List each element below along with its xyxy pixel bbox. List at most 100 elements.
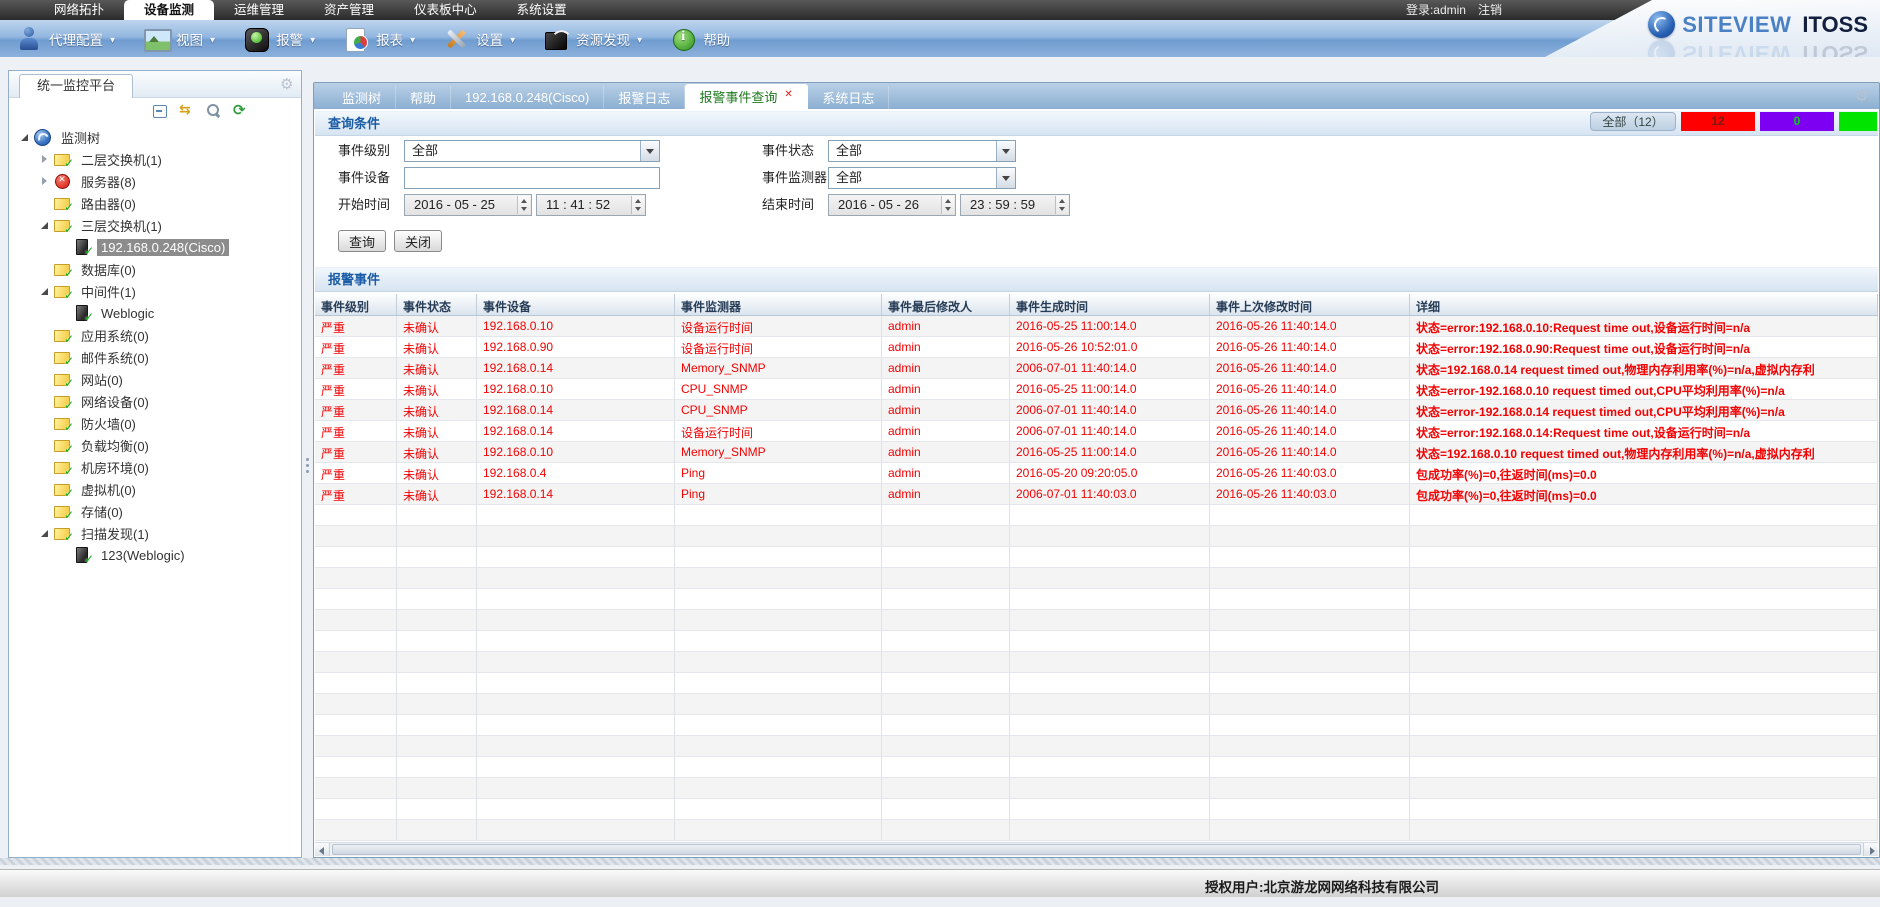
table-row[interactable]: 严重未确认192.168.0.14Pingadmin2006-07-01 11:…	[315, 484, 1878, 505]
end-date-spinner[interactable]: 2016 - 05 - 26	[828, 194, 956, 216]
toolbar-button-view[interactable]: 视图	[143, 26, 215, 52]
event-device-input[interactable]	[404, 167, 660, 189]
top-menu-item[interactable]: 网络拓扑	[34, 0, 124, 20]
tree-item[interactable]: 服务器(8)	[9, 170, 301, 192]
spinner-arrows[interactable]	[941, 196, 954, 214]
tree-item[interactable]: Weblogic	[9, 302, 301, 324]
toolbar-button-agent[interactable]: 代理配置	[16, 26, 115, 52]
scrollbar-thumb[interactable]	[332, 844, 1861, 855]
tree-item[interactable]: 负载均衡(0)	[9, 434, 301, 456]
chevron-down-icon[interactable]	[640, 141, 659, 161]
expander-icon[interactable]	[39, 285, 51, 297]
switch-view-icon[interactable]	[179, 103, 195, 119]
top-menu-item[interactable]: 系统设置	[497, 0, 587, 20]
event-monitor-select[interactable]: 全部	[828, 167, 1016, 189]
top-menu-item[interactable]: 运维管理	[214, 0, 304, 20]
main-tab[interactable]: 监测树	[328, 86, 396, 109]
sidebar-gear-icon[interactable]	[280, 76, 296, 92]
tree-item[interactable]: 虚拟机(0)	[9, 478, 301, 500]
sidebar-tab-unified-monitoring[interactable]: 统一监控平台	[19, 74, 133, 98]
table-row[interactable]: 严重未确认192.168.0.10CPU_SNMPadmin2016-05-25…	[315, 379, 1878, 400]
expander-icon[interactable]	[39, 153, 51, 165]
tree-item[interactable]: 网络设备(0)	[9, 390, 301, 412]
toolbar-button-report[interactable]: 报表	[343, 26, 415, 52]
refresh-icon[interactable]	[233, 103, 249, 119]
tree-item[interactable]: 中间件(1)	[9, 280, 301, 302]
badge-all[interactable]: 全部（12）	[1590, 112, 1676, 131]
table-row[interactable]: 严重未确认192.168.0.10Memory_SNMPadmin2016-05…	[315, 442, 1878, 463]
scroll-right-icon[interactable]	[1863, 843, 1878, 856]
main-tab[interactable]: 192.168.0.248(Cisco)	[451, 86, 604, 109]
tree-item[interactable]: 二层交换机(1)	[9, 148, 301, 170]
tree-item[interactable]: 123(Weblogic)	[9, 544, 301, 566]
spinner-arrows[interactable]	[631, 196, 644, 214]
collapse-all-icon[interactable]	[152, 103, 168, 119]
tree-item[interactable]: 存储(0)	[9, 500, 301, 522]
event-status-select[interactable]: 全部	[828, 140, 1016, 162]
main-tab[interactable]: 帮助	[396, 86, 451, 109]
chevron-down-icon[interactable]	[996, 141, 1015, 161]
scroll-left-icon[interactable]	[315, 843, 330, 856]
column-header[interactable]: 事件最后修改人	[882, 294, 1010, 315]
start-time-spinner[interactable]: 11 : 41 : 52	[536, 194, 646, 216]
close-icon[interactable]	[784, 91, 794, 103]
table-row[interactable]: 严重未确认192.168.0.4Pingadmin2016-05-20 09:2…	[315, 463, 1878, 484]
search-button[interactable]: 查询	[338, 230, 386, 252]
table-row[interactable]: 严重未确认192.168.0.14设备运行时间admin2006-07-01 1…	[315, 421, 1878, 442]
table-row[interactable]: 严重未确认192.168.0.14Memory_SNMPadmin2006-07…	[315, 358, 1878, 379]
badge-warning[interactable]: 0	[1760, 112, 1834, 131]
toolbar-button-settings[interactable]: 设置	[443, 26, 515, 52]
spinner-arrows[interactable]	[1055, 196, 1068, 214]
expander-icon[interactable]	[39, 219, 51, 231]
column-header[interactable]: 事件级别	[315, 294, 397, 315]
search-icon[interactable]	[206, 103, 222, 119]
expander-icon[interactable]	[39, 527, 51, 539]
expander-icon[interactable]	[19, 131, 31, 143]
table-cell: 严重	[315, 400, 397, 420]
tree-item[interactable]: 扫描发现(1)	[9, 522, 301, 544]
event-level-select[interactable]: 全部	[404, 140, 660, 162]
tree-item[interactable]: 192.168.0.248(Cisco)	[9, 236, 301, 258]
toolbar-button-alarm[interactable]: 报警	[243, 26, 315, 52]
tree-item[interactable]: 监测树	[9, 126, 301, 148]
main-tab[interactable]: 报警日志	[604, 86, 685, 109]
tree-item[interactable]: 邮件系统(0)	[9, 346, 301, 368]
table-row[interactable]: 严重未确认192.168.0.14CPU_SNMPadmin2006-07-01…	[315, 400, 1878, 421]
column-header[interactable]: 事件设备	[477, 294, 675, 315]
expander-icon[interactable]	[39, 175, 51, 187]
top-menu-item[interactable]: 资产管理	[304, 0, 394, 20]
top-menu-item[interactable]: 仪表板中心	[394, 0, 497, 20]
toolbar-button-help[interactable]: 帮助	[670, 26, 730, 52]
tree-item[interactable]: 三层交换机(1)	[9, 214, 301, 236]
chevron-down-icon[interactable]	[996, 168, 1015, 188]
spinner-arrows[interactable]	[517, 196, 530, 214]
badge-normal[interactable]	[1839, 112, 1877, 131]
end-time-spinner[interactable]: 23 : 59 : 59	[960, 194, 1070, 216]
start-date-spinner[interactable]: 2016 - 05 - 25	[404, 194, 532, 216]
table-row[interactable]: 严重未确认192.168.0.10设备运行时间admin2016-05-25 1…	[315, 316, 1878, 337]
start-time-label: 开始时间	[338, 194, 390, 216]
tree-item[interactable]: 机房环境(0)	[9, 456, 301, 478]
column-header[interactable]: 事件监测器	[675, 294, 882, 315]
close-button[interactable]: 关闭	[394, 230, 442, 252]
panel-splitter[interactable]	[302, 70, 313, 858]
table-row[interactable]: 严重未确认192.168.0.90设备运行时间admin2016-05-26 1…	[315, 337, 1878, 358]
horizontal-scrollbar[interactable]	[315, 842, 1878, 856]
tabstrip-gear-icon[interactable]	[1855, 88, 1871, 104]
tree-item[interactable]: 防火墙(0)	[9, 412, 301, 434]
main-tab[interactable]: 系统日志	[808, 86, 889, 109]
logout-link[interactable]: 注销	[1478, 0, 1502, 20]
tree-item[interactable]: 网站(0)	[9, 368, 301, 390]
tree-item[interactable]: 应用系统(0)	[9, 324, 301, 346]
toolbar-button-discovery[interactable]: 资源发现	[543, 26, 642, 52]
badge-critical[interactable]: 12	[1681, 112, 1755, 131]
tree-item[interactable]: 路由器(0)	[9, 192, 301, 214]
table-cell	[675, 568, 882, 588]
column-header[interactable]: 详细	[1410, 294, 1878, 315]
main-tab[interactable]: 报警事件查询	[685, 84, 808, 109]
top-menu-item[interactable]: 设备监测	[124, 0, 214, 20]
column-header[interactable]: 事件生成时间	[1010, 294, 1210, 315]
column-header[interactable]: 事件状态	[397, 294, 477, 315]
column-header[interactable]: 事件上次修改时间	[1210, 294, 1410, 315]
tree-item[interactable]: 数据库(0)	[9, 258, 301, 280]
